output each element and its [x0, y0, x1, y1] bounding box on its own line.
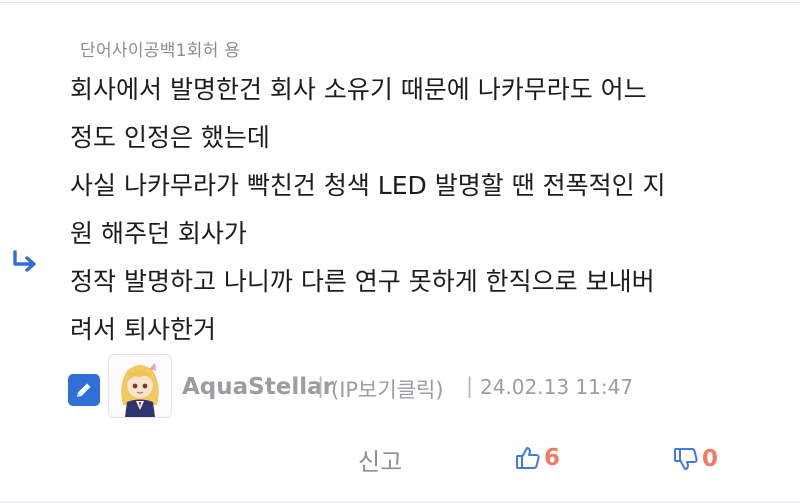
pencil-icon: [77, 383, 91, 397]
edit-button[interactable]: [68, 374, 100, 406]
comment-line: 정도 인정은 했는데: [70, 123, 270, 152]
comment-body: 회사에서 발명한건 회사 소유기 때문에 나카무라도 어느 정도 인정은 했는데…: [70, 66, 782, 354]
ip-view-link[interactable]: (IP보기클릭): [331, 374, 444, 404]
meta-separator: |: [466, 374, 474, 398]
report-button[interactable]: 신고: [358, 442, 402, 477]
avatar-image: [121, 363, 159, 417]
top-divider: [0, 2, 800, 3]
meta-separator: |: [317, 374, 325, 398]
comment-line: 려서 퇴사한거: [70, 315, 216, 344]
like-count: 6: [544, 445, 561, 471]
comment-tag: 단어사이공백1회허 용: [80, 41, 241, 61]
comment-timestamp: 24.02.13 11:47: [480, 375, 634, 399]
thumbs-down-icon: [674, 448, 698, 470]
comment-line: 정작 발명하고 나니까 다른 연구 못하게 한직으로 보내버: [70, 267, 655, 296]
avatar[interactable]: [108, 354, 172, 418]
author-name[interactable]: AquaStellar: [182, 374, 334, 400]
comment-line: 원 해주던 회사가: [70, 219, 247, 248]
dislike-count: 0: [702, 446, 719, 472]
comment-meta: AquaStellar | (IP보기클릭) | 24.02.13 11:47: [68, 354, 788, 420]
comment-line: 사실 나카무라가 빡친건 청색 LED 발명할 땐 전폭적인 지: [70, 171, 666, 200]
reply-arrow-icon: [13, 250, 36, 272]
thumbs-up-icon: [516, 447, 540, 469]
comment-line: 회사에서 발명한건 회사 소유기 때문에 나카무라도 어느: [70, 75, 647, 104]
